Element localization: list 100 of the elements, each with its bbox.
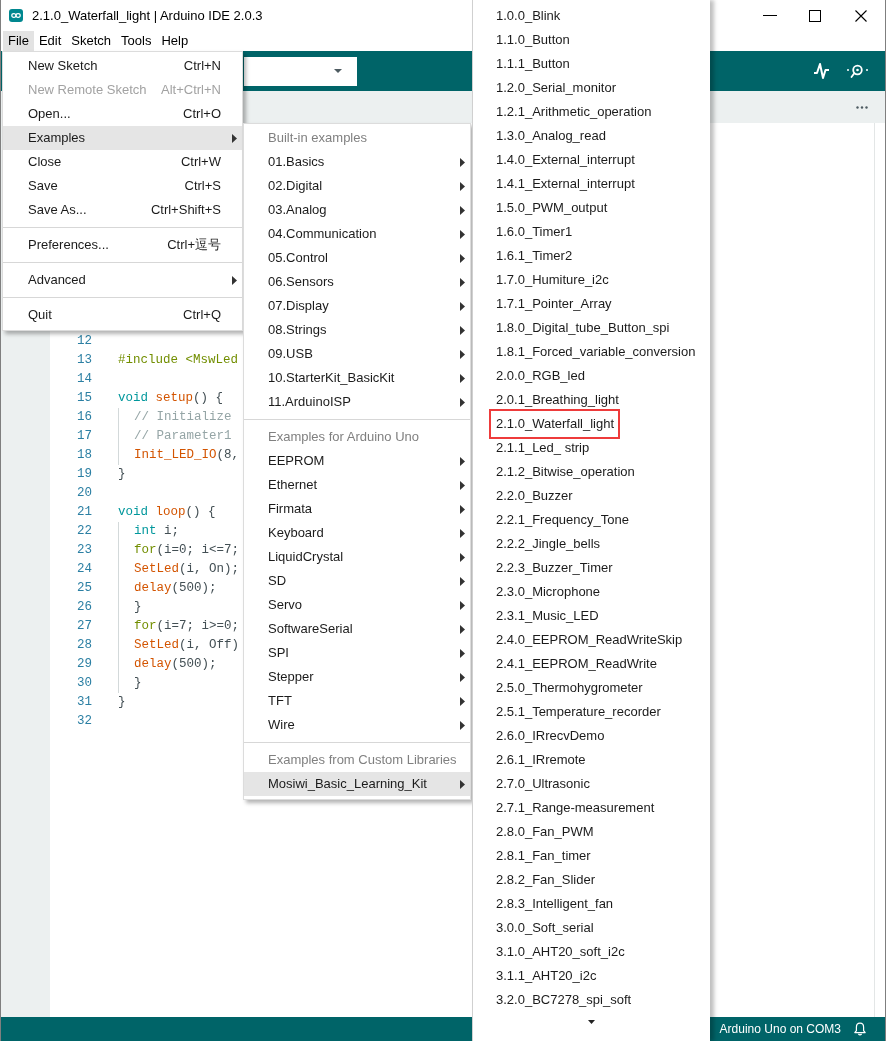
menu-item[interactable]: 2.6.0_IRrecvDemo xyxy=(473,724,710,748)
menu-item[interactable]: 02.Digital xyxy=(244,174,470,198)
menu-item[interactable]: Preferences... Ctrl+逗号 xyxy=(3,233,242,257)
menu-item[interactable]: 2.2.0_Buzzer xyxy=(473,484,710,508)
submenu-arrow-icon xyxy=(460,529,465,538)
submenu-arrow-icon xyxy=(460,206,465,215)
menu-item[interactable]: 2.7.1_Range-measurement xyxy=(473,796,710,820)
menu-item[interactable]: 1.1.1_Button xyxy=(473,52,710,76)
menu-item[interactable]: Servo xyxy=(244,593,470,617)
menu-item[interactable]: New Sketch Ctrl+N xyxy=(3,54,242,78)
menu-item[interactable]: 1.2.1_Arithmetic_operation xyxy=(473,100,710,124)
menu-item[interactable]: Wire xyxy=(244,713,470,737)
menu-item[interactable]: Mosiwi_Basic_Learning_Kit xyxy=(244,772,470,796)
menu-item[interactable]: 3.0.0_Soft_serial xyxy=(473,916,710,940)
menu-item[interactable]: 2.2.2_Jingle_bells xyxy=(473,532,710,556)
menu-item[interactable]: Save As... Ctrl+Shift+S xyxy=(3,198,242,222)
menu-bar-item[interactable]: Help xyxy=(156,31,194,51)
menu-item[interactable]: 2.1.1_Led_ strip xyxy=(473,436,710,460)
line-number: 17 xyxy=(76,428,93,445)
menu-item[interactable]: Advanced xyxy=(3,268,242,292)
menu-item[interactable]: 1.1.0_Button xyxy=(473,28,710,52)
submenu-arrow-icon xyxy=(460,553,465,562)
menu-item[interactable]: 07.Display xyxy=(244,294,470,318)
menu-item[interactable]: 2.4.0_EEPROM_ReadWriteSkip xyxy=(473,628,710,652)
menu-item[interactable]: 03.Analog xyxy=(244,198,470,222)
menu-item[interactable]: SoftwareSerial xyxy=(244,617,470,641)
menu-item[interactable]: 1.7.1_Pointer_Array xyxy=(473,292,710,316)
menu-item[interactable]: 04.Communication xyxy=(244,222,470,246)
menu-item[interactable]: 1.8.0_Digital_tube_Button_spi xyxy=(473,316,710,340)
status-text[interactable]: Arduino Uno on COM3 xyxy=(719,1020,841,1038)
scroll-down-icon[interactable] xyxy=(588,1020,595,1024)
menu-item[interactable]: 2.6.1_IRremote xyxy=(473,748,710,772)
menu-item[interactable]: 2.0.1_Breathing_light xyxy=(473,388,710,412)
menu-item[interactable]: 1.8.1_Forced_variable_conversion xyxy=(473,340,710,364)
menu-item[interactable]: Keyboard xyxy=(244,521,470,545)
menu-item[interactable]: 09.USB xyxy=(244,342,470,366)
pulse-icon[interactable] xyxy=(814,62,829,80)
magnifier-icon[interactable] xyxy=(846,64,869,78)
menu-item[interactable]: Examples xyxy=(3,126,242,150)
menu-item[interactable]: 3.1.0_AHT20_soft_i2c xyxy=(473,940,710,964)
menu-item[interactable]: Stepper xyxy=(244,665,470,689)
menu-item[interactable]: 2.1.2_Bitwise_operation xyxy=(473,460,710,484)
menu-item[interactable]: 1.4.0_External_interrupt xyxy=(473,148,710,172)
menu-item[interactable]: Open... Ctrl+O xyxy=(3,102,242,126)
menu-item[interactable]: 2.3.0_Microphone xyxy=(473,580,710,604)
menu-item[interactable]: 08.Strings xyxy=(244,318,470,342)
menu-item[interactable]: 1.6.1_Timer2 xyxy=(473,244,710,268)
menu-item[interactable]: SD xyxy=(244,569,470,593)
menu-item[interactable]: Firmata xyxy=(244,497,470,521)
code-line: delay(500); xyxy=(118,655,217,674)
more-icon[interactable] xyxy=(856,105,868,109)
menu-bar-item[interactable]: File xyxy=(3,31,34,51)
menu-item[interactable]: 1.4.1_External_interrupt xyxy=(473,172,710,196)
menu-item[interactable]: 11.ArduinoISP xyxy=(244,390,470,414)
menu-item[interactable]: 06.Sensors xyxy=(244,270,470,294)
line-number: 24 xyxy=(76,561,93,578)
submenu-arrow-icon xyxy=(460,182,465,191)
menu-item[interactable]: 2.8.3_Intelligent_fan xyxy=(473,892,710,916)
menu-item[interactable]: 1.6.0_Timer1 xyxy=(473,220,710,244)
menu-bar-item[interactable]: Sketch xyxy=(66,31,117,51)
menu-item[interactable]: 1.0.0_Blink xyxy=(473,4,710,28)
menu-item[interactable]: 2.5.1_Temperature_recorder xyxy=(473,700,710,724)
menu-item[interactable]: 10.StarterKit_BasicKit xyxy=(244,366,470,390)
menu-item[interactable]: 2.3.1_Music_LED xyxy=(473,604,710,628)
menu-item[interactable]: 01.Basics xyxy=(244,150,470,174)
menu-item[interactable]: 2.1.0_Waterfall_light xyxy=(473,412,710,436)
close-icon[interactable] xyxy=(855,9,867,22)
menu-item[interactable]: Save Ctrl+S xyxy=(3,174,242,198)
submenu-arrow-icon xyxy=(460,721,465,730)
board-selector[interactable] xyxy=(244,56,357,86)
menu-item[interactable]: 2.8.0_Fan_PWM xyxy=(473,820,710,844)
menu-item[interactable]: 2.5.0_Thermohygrometer xyxy=(473,676,710,700)
menu-item[interactable]: SPI xyxy=(244,641,470,665)
menu-bar-item[interactable]: Edit xyxy=(33,31,67,51)
menu-item[interactable]: LiquidCrystal xyxy=(244,545,470,569)
menu-item[interactable]: 2.8.2_Fan_Slider xyxy=(473,868,710,892)
menu-item[interactable]: 2.0.0_RGB_led xyxy=(473,364,710,388)
menu-item[interactable]: 2.2.1_Frequency_Tone xyxy=(473,508,710,532)
maximize-icon[interactable] xyxy=(809,9,821,22)
menu-item[interactable]: 2.7.0_Ultrasonic xyxy=(473,772,710,796)
menu-item[interactable]: TFT xyxy=(244,689,470,713)
menu-item[interactable]: 2.2.3_Buzzer_Timer xyxy=(473,556,710,580)
menu-item[interactable]: 1.7.0_Humiture_i2c xyxy=(473,268,710,292)
menu-item[interactable]: 3.1.1_AHT20_i2c xyxy=(473,964,710,988)
menu-item[interactable]: Quit Ctrl+Q xyxy=(3,303,242,327)
menu-item[interactable]: 05.Control xyxy=(244,246,470,270)
menu-bar-item[interactable]: Tools xyxy=(116,31,157,51)
menu-item[interactable]: Close Ctrl+W xyxy=(3,150,242,174)
menu-item[interactable]: Ethernet xyxy=(244,473,470,497)
menu-item[interactable]: 2.8.1_Fan_timer xyxy=(473,844,710,868)
menu-item[interactable]: EEPROM xyxy=(244,449,470,473)
line-number: 22 xyxy=(76,523,93,540)
menu-item[interactable]: 1.2.0_Serial_monitor xyxy=(473,76,710,100)
menu-item[interactable]: 1.5.0_PWM_output xyxy=(473,196,710,220)
menu-item[interactable]: 3.2.0_BC7278_spi_soft xyxy=(473,988,710,1012)
menu-item[interactable]: 1.3.0_Analog_read xyxy=(473,124,710,148)
menu-item[interactable]: 2.4.1_EEPROM_ReadWrite xyxy=(473,652,710,676)
shortcut-label: Ctrl+S xyxy=(184,177,221,196)
bell-icon[interactable] xyxy=(854,1022,866,1036)
window-title: 2.1.0_Waterfall_light | Arduino IDE 2.0.3 xyxy=(32,6,263,25)
